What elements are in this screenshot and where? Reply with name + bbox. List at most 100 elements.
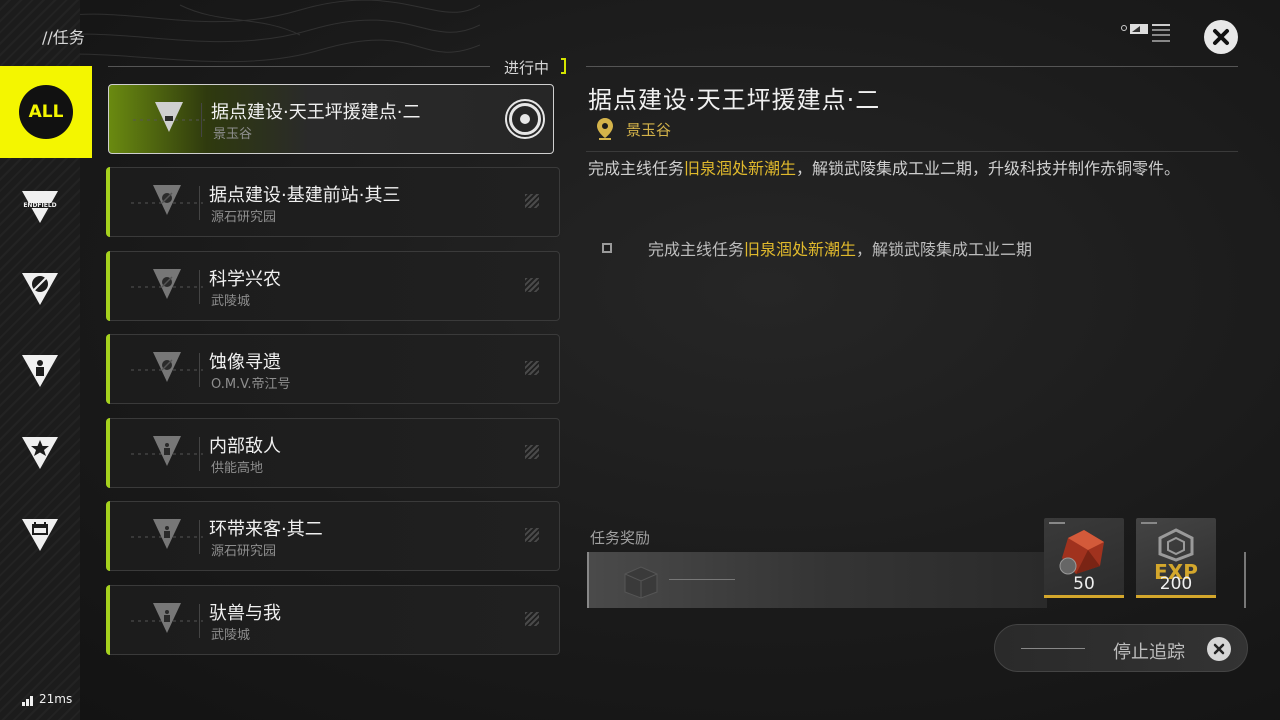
quest-card-divider <box>199 353 200 387</box>
reward-count: 50 <box>1073 574 1095 594</box>
desc-quest-link[interactable]: 旧泉涸处新潮生 <box>684 159 796 178</box>
detail-divider <box>586 151 1238 152</box>
detail-header-divider <box>586 66 1238 67</box>
crystal-icon <box>1059 530 1104 575</box>
calendar-icon <box>22 519 58 551</box>
quest-location: 源石研究园 <box>211 210 277 225</box>
endfield-icon: ENDFIELD <box>22 191 58 223</box>
quest-card[interactable]: 据点建设·天王坪援建点·二景玉谷 <box>108 84 554 154</box>
svg-text:ENDFIELD: ENDFIELD <box>23 202 56 209</box>
quest-title: 环带来客·其二 <box>209 519 323 540</box>
objective-quest-link[interactable]: 旧泉涸处新潮生 <box>744 240 856 259</box>
category-main-button[interactable] <box>0 252 80 322</box>
quest-stripes-icon <box>525 612 539 626</box>
quest-description: 完成主线任务旧泉涸处新潮生，解锁武陵集成工业二期，升级科技并制作赤铜零件。 <box>588 158 1243 180</box>
quest-category-icon <box>131 436 203 466</box>
reward-rarity-bar <box>1136 595 1216 598</box>
quest-title: 驮兽与我 <box>209 603 281 624</box>
star-icon <box>22 437 58 469</box>
section-bracket <box>561 58 566 74</box>
quest-category-icon <box>131 603 203 633</box>
category-all-button[interactable]: ALL <box>0 66 92 158</box>
quest-card-divider <box>199 186 200 220</box>
signal-icon <box>22 696 34 706</box>
quest-category-icon <box>133 102 205 132</box>
list-header-divider <box>108 66 490 67</box>
quest-category-icon <box>131 269 203 299</box>
objective-text: 完成主线任务旧泉涸处新潮生，解锁武陵集成工业二期 <box>648 236 1032 260</box>
quest-stripes-icon <box>525 445 539 459</box>
quest-detail-location-name: 景玉谷 <box>626 120 672 139</box>
category-daily-button[interactable] <box>0 498 80 568</box>
status-indicator-icon <box>1121 24 1170 42</box>
reward-rarity-bar <box>1044 595 1124 598</box>
reward-item-exp[interactable]: EXP 200 <box>1136 518 1216 598</box>
quest-stripes-icon <box>525 361 539 375</box>
close-icon <box>1213 29 1229 45</box>
objective-checkbox <box>602 243 612 253</box>
person-icon <box>22 355 58 387</box>
stop-tracking-label: 停止追踪 <box>1113 642 1185 663</box>
quest-title: 内部敌人 <box>209 436 281 457</box>
quest-stripes-icon <box>525 278 539 292</box>
objective-prefix: 完成主线任务 <box>648 240 745 259</box>
quest-card-divider <box>199 604 200 638</box>
stop-tracking-line <box>1021 648 1085 649</box>
quest-card[interactable]: 据点建设·基建前站·其三源石研究园 <box>106 167 560 237</box>
quest-card-divider <box>201 103 202 137</box>
rewards-bar-line <box>669 579 735 580</box>
rewards-scrollbar[interactable] <box>1244 552 1246 608</box>
quest-card-divider <box>199 437 200 471</box>
quest-stripes-icon <box>525 528 539 542</box>
quest-category-icon <box>131 352 203 382</box>
quest-category-icon <box>131 185 203 215</box>
quest-objective: 完成主线任务旧泉涸处新潮生，解锁武陵集成工业二期 <box>602 236 1032 260</box>
quest-location: O.M.V.帝江号 <box>211 377 291 392</box>
desc-prefix: 完成主线任务 <box>588 159 685 178</box>
quest-detail-title: 据点建设·天王坪援建点·二 <box>588 86 881 114</box>
rewards-bar <box>587 552 1047 608</box>
stop-tracking-button[interactable]: 停止追踪 <box>994 624 1248 672</box>
quest-location: 供能高地 <box>211 461 264 476</box>
quest-title: 科学兴农 <box>209 269 281 290</box>
quest-location: 武陵城 <box>211 294 251 309</box>
ping-value: 21ms <box>39 692 73 706</box>
all-label: ALL <box>19 85 73 139</box>
quest-title: 蚀像寻遗 <box>209 352 281 373</box>
quest-card[interactable]: 内部敌人 供能高地 <box>106 418 560 488</box>
quest-card[interactable]: 环带来客·其二源石研究园 <box>106 501 560 571</box>
feather-icon <box>22 273 58 305</box>
exp-icon <box>1158 528 1194 562</box>
quest-category-icon <box>131 519 203 549</box>
quest-card-divider <box>199 270 200 304</box>
category-star-button[interactable] <box>0 416 80 486</box>
quest-title: 据点建设·基建前站·其三 <box>209 185 401 206</box>
quest-detail-location: 景玉谷 <box>596 117 671 141</box>
section-label-in-progress: 进行中 <box>504 59 550 77</box>
quest-location: 源石研究园 <box>211 544 277 559</box>
objective-suffix: ，解锁武陵集成工业二期 <box>856 240 1033 259</box>
stop-tracking-close-icon <box>1207 637 1231 661</box>
quest-location: 武陵城 <box>211 628 251 643</box>
quest-card-divider <box>199 520 200 554</box>
breadcrumb: //任务 <box>42 28 85 47</box>
network-ping: 21ms <box>22 692 72 706</box>
reward-count: 200 <box>1159 574 1193 594</box>
quest-title: 据点建设·天王坪援建点·二 <box>211 102 421 123</box>
category-endfield-button[interactable]: ENDFIELD <box>0 170 80 240</box>
category-character-button[interactable] <box>0 334 80 404</box>
rewards-label: 任务奖励 <box>590 529 651 547</box>
quest-card[interactable]: 科学兴农 武陵城 <box>106 251 560 321</box>
quest-card[interactable]: 驮兽与我 武陵城 <box>106 585 560 655</box>
quest-stripes-icon <box>525 194 539 208</box>
close-button[interactable] <box>1204 20 1238 54</box>
reward-tag <box>1141 522 1157 524</box>
quest-card[interactable]: 蚀像寻遗 O.M.V.帝江号 <box>106 334 560 404</box>
quest-location: 景玉谷 <box>213 127 253 142</box>
reward-item-crystal[interactable]: 50 <box>1044 518 1124 598</box>
tracking-target-icon[interactable] <box>505 99 545 139</box>
crate-icon <box>624 566 658 599</box>
location-pin-icon <box>597 118 613 140</box>
reward-tag <box>1049 522 1065 524</box>
desc-suffix: ，解锁武陵集成工业二期，升级科技并制作赤铜零件。 <box>796 159 1181 178</box>
